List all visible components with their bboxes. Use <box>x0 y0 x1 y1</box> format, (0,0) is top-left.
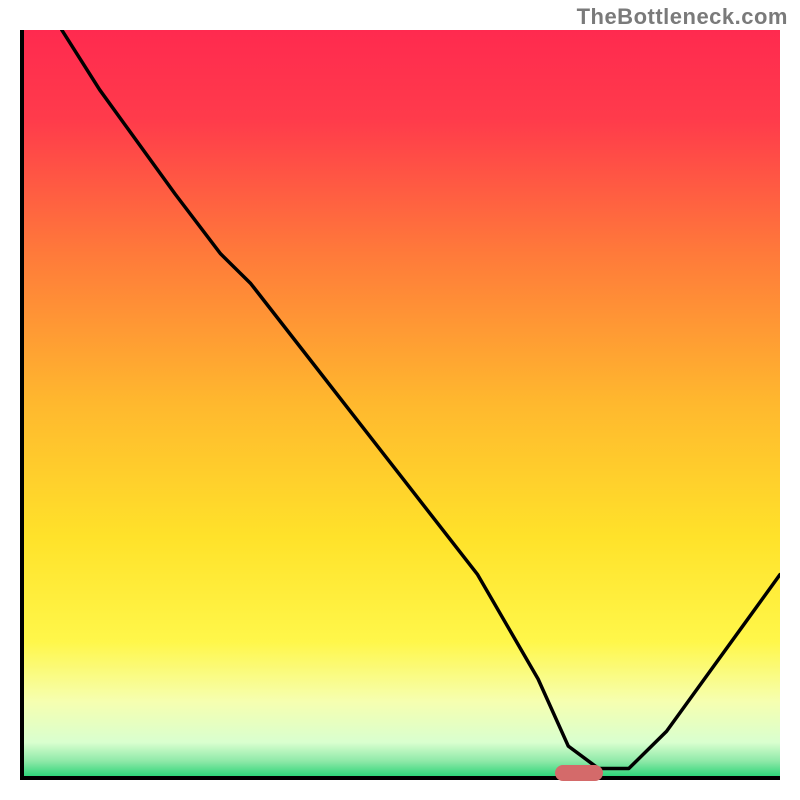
optimal-marker <box>555 765 603 781</box>
attribution-text: TheBottleneck.com <box>577 4 788 30</box>
plot-area <box>20 30 780 780</box>
bottleneck-curve <box>24 30 780 776</box>
